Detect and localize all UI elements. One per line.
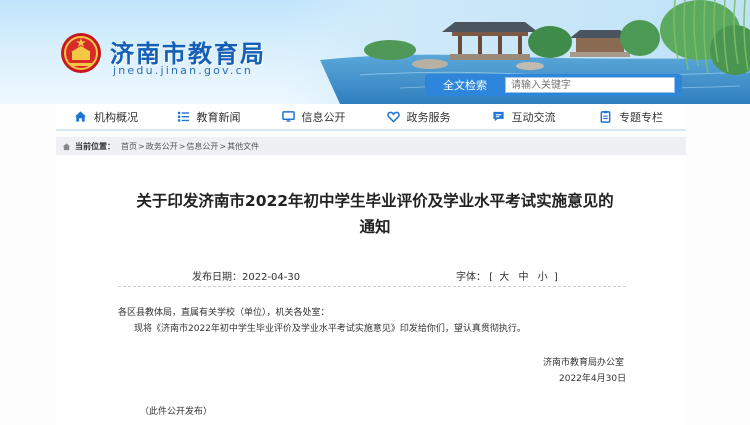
nav-item-special-topics[interactable]: 专题专栏 [576,103,686,130]
site-domain: jnedu.jinan.gov.cn [113,64,254,77]
chat-icon [492,111,504,122]
article-sign-date: 2022年4月30日 [559,374,627,384]
search-label[interactable]: 全文检索 [425,77,505,93]
nav-item-info-disclosure[interactable]: 信息公开 [261,103,366,130]
nav-item-interaction[interactable]: 互动交流 [471,103,576,130]
article-public-note: （此件公开发布） [140,407,213,417]
font-size-large-button[interactable]: 大 [499,272,509,283]
search-input[interactable] [505,77,675,93]
nav-label: 机构概况 [94,110,138,124]
breadcrumb-separator: > [219,141,227,151]
breadcrumb-link-info-disclosure[interactable]: 信息公开 [186,141,218,152]
nav-item-org-overview[interactable]: 机构概况 [56,103,156,130]
nav-item-gov-services[interactable]: 政务服务 [366,103,471,130]
article-signature: 济南市教育局办公室 [543,358,625,368]
breadcrumb-separator: > [138,141,145,151]
nav-label: 政务服务 [406,110,451,124]
article-salutation: 各区县教体局，直属有关学校（单位），机关各处室： [118,308,330,318]
font-size-open-bracket: [ [489,272,494,283]
main-nav: 机构概况 教育新闻 信息公开 政务服务 互动交流 专题专栏 [56,104,686,131]
breadcrumb-label: 当前位置： [75,141,115,151]
article-title-line-1: 关于印发济南市2022年初中学生毕业评价及学业水平考试实施意见的 [136,192,614,210]
nav-label: 信息公开 [301,110,346,124]
publish-date-value: 2022-04-30 [242,272,301,283]
font-size-label: 字体： [456,272,486,283]
breadcrumb-link-gov-affairs[interactable]: 政务公开 [146,141,178,152]
meta-divider [118,286,626,287]
national-emblem-icon [61,33,101,73]
publish-date: 发布日期：2022-04-30 [192,268,300,283]
nav-label: 互动交流 [511,110,556,124]
search-bar: 全文检索 [425,74,682,96]
article-body-paragraph: 现将《济南市2022年初中学生毕业评价及学业水平考试实施意见》印发给你们，望认真… [134,324,526,334]
location-home-icon [62,142,71,150]
clipboard-icon [600,110,611,123]
nav-label: 教育新闻 [196,110,241,124]
breadcrumb: 当前位置： 首页 > 政务公开 > 信息公开 > 其他文件 [56,137,686,155]
nav-label: 专题专栏 [619,110,663,124]
article-title: 关于印发济南市2022年初中学生毕业评价及学业水平考试实施意见的 通知 [0,188,750,240]
site-banner: 济南市教育局 jnedu.jinan.gov.cn 全文检索 [0,0,750,104]
breadcrumb-link-home[interactable]: 首页 [121,141,137,152]
publish-date-label: 发布日期： [192,272,242,283]
font-size-small-button[interactable]: 小 [538,272,548,283]
font-size-switcher: 字体： [ 大 中 小 ] [456,268,558,283]
nav-item-education-news[interactable]: 教育新闻 [156,103,261,130]
home-icon [74,111,87,122]
breadcrumb-link-other-files[interactable]: 其他文件 [227,141,259,152]
breadcrumb-separator: > [178,141,186,151]
font-size-medium-button[interactable]: 中 [518,272,528,283]
monitor-icon [281,111,295,122]
list-icon [177,111,189,122]
heart-icon [386,111,400,123]
font-size-close-bracket: ] [553,272,558,283]
article-title-line-2: 通知 [359,218,391,236]
